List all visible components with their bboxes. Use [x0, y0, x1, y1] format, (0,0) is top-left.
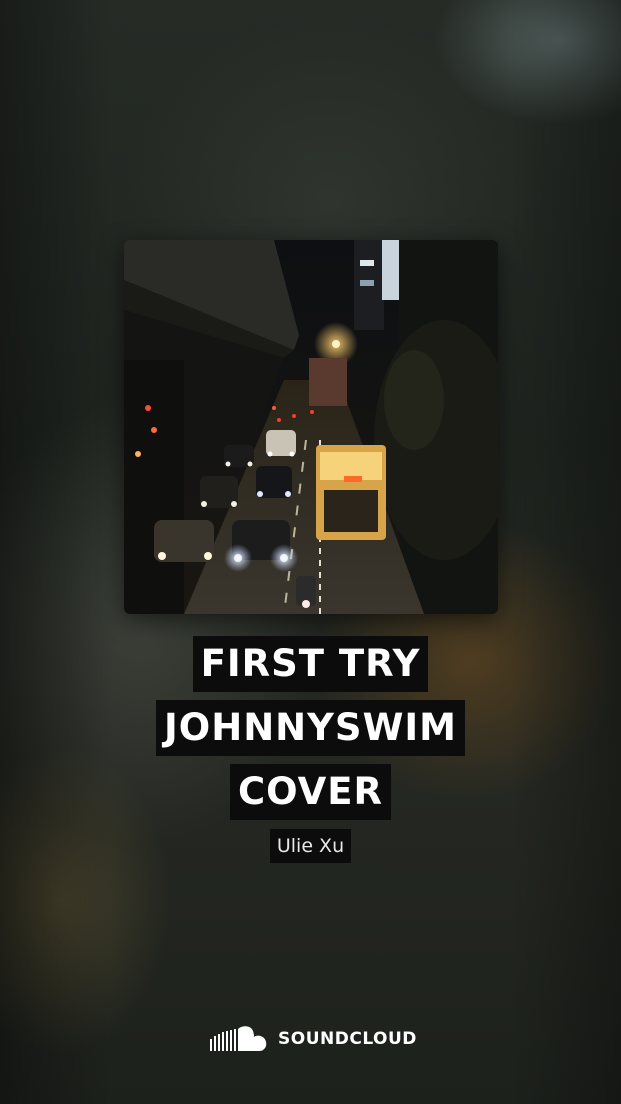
track-title-line-3: COVER [229, 764, 391, 820]
track-title-block: FIRST TRY JOHNNYSWIM COVER Ulie Xu [0, 636, 621, 863]
night-traffic-photo [124, 240, 498, 614]
artist-name[interactable]: Ulie Xu [269, 829, 352, 863]
brand-wordmark: SOUNDCLOUD [278, 1029, 417, 1049]
track-title-line-1: FIRST TRY [192, 636, 429, 692]
track-artwork[interactable] [124, 240, 498, 614]
track-title-line-2: JOHNNYSWIM [156, 700, 465, 756]
soundcloud-logo-icon [210, 1026, 267, 1051]
soundcloud-brand[interactable]: SOUNDCLOUD [210, 1024, 417, 1054]
